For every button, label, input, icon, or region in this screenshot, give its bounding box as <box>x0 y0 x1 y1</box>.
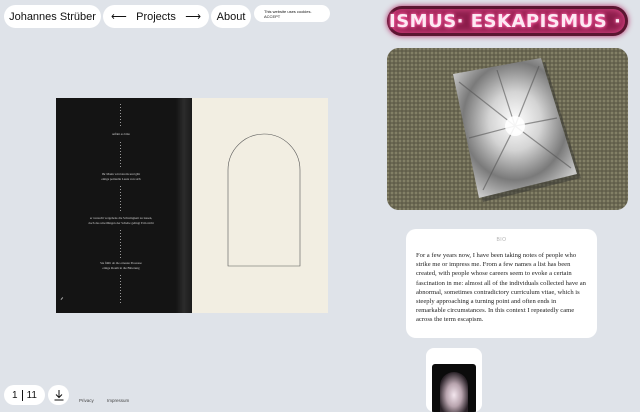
projects-label: Projects <box>136 10 176 23</box>
arch-outline-icon <box>227 133 301 267</box>
bio-title: BIO <box>496 237 507 243</box>
dotted-line <box>120 142 121 168</box>
cookie-banner: This website uses cookies. ACCEPT <box>254 5 330 22</box>
arrow-left-icon[interactable]: ⟵ <box>111 10 127 23</box>
arch-glow-icon <box>440 372 468 412</box>
neon-sign-image[interactable]: ISMUS· ESKAPISMUS · <box>387 6 628 36</box>
book-spread-image[interactable]: anfänt es bitte Ihr Mann wird streits un… <box>56 98 328 313</box>
site-name: Johannes Strüber <box>9 10 96 23</box>
arrow-right-icon[interactable]: ⟶ <box>185 10 201 23</box>
book-cover-photo[interactable] <box>387 48 628 210</box>
bio-card: BIO For a few years now, I have been tak… <box>406 229 597 338</box>
page-text-line: anfänt es bitte <box>112 132 130 136</box>
book-cover-illustration <box>387 48 628 210</box>
current-page: 1 <box>12 389 18 401</box>
left-page: anfänt es bitte Ihr Mann wird streits un… <box>56 98 191 313</box>
dotted-line <box>120 186 121 212</box>
counter-divider <box>21 389 23 401</box>
download-button[interactable] <box>48 385 69 405</box>
dotted-line <box>120 104 121 128</box>
impressum-link[interactable]: Impressum <box>107 398 129 403</box>
page-text-line: doch das unwillingen der Schelte gelingt… <box>88 221 154 225</box>
phone-screen <box>432 364 476 412</box>
page-mark-icon <box>60 297 66 302</box>
privacy-link[interactable]: Privacy <box>79 398 94 403</box>
dotted-line <box>120 230 121 258</box>
book-spine <box>176 98 192 313</box>
neon-sign-text: ISMUS· ESKAPISMUS · <box>389 11 622 32</box>
page-text-line: einige Routh in die Bitterung <box>102 266 140 270</box>
phone-preview-image[interactable] <box>426 348 482 412</box>
page-counter[interactable]: 1 11 <box>4 385 45 405</box>
right-page <box>192 98 328 313</box>
site-name-link[interactable]: Johannes Strüber <box>4 5 101 28</box>
about-label: About <box>216 10 246 23</box>
cookie-accept-button[interactable]: ACCEPT <box>264 14 280 19</box>
download-icon <box>54 389 63 400</box>
about-link[interactable]: About <box>211 5 251 28</box>
bio-text: For a few years now, I have been taking … <box>416 252 586 324</box>
total-pages: 11 <box>26 389 37 401</box>
dotted-line <box>120 275 121 305</box>
projects-nav-button[interactable]: ⟵ Projects ⟶ <box>103 5 209 28</box>
page-text-line: einige pointelle Laute von sich <box>101 177 141 181</box>
